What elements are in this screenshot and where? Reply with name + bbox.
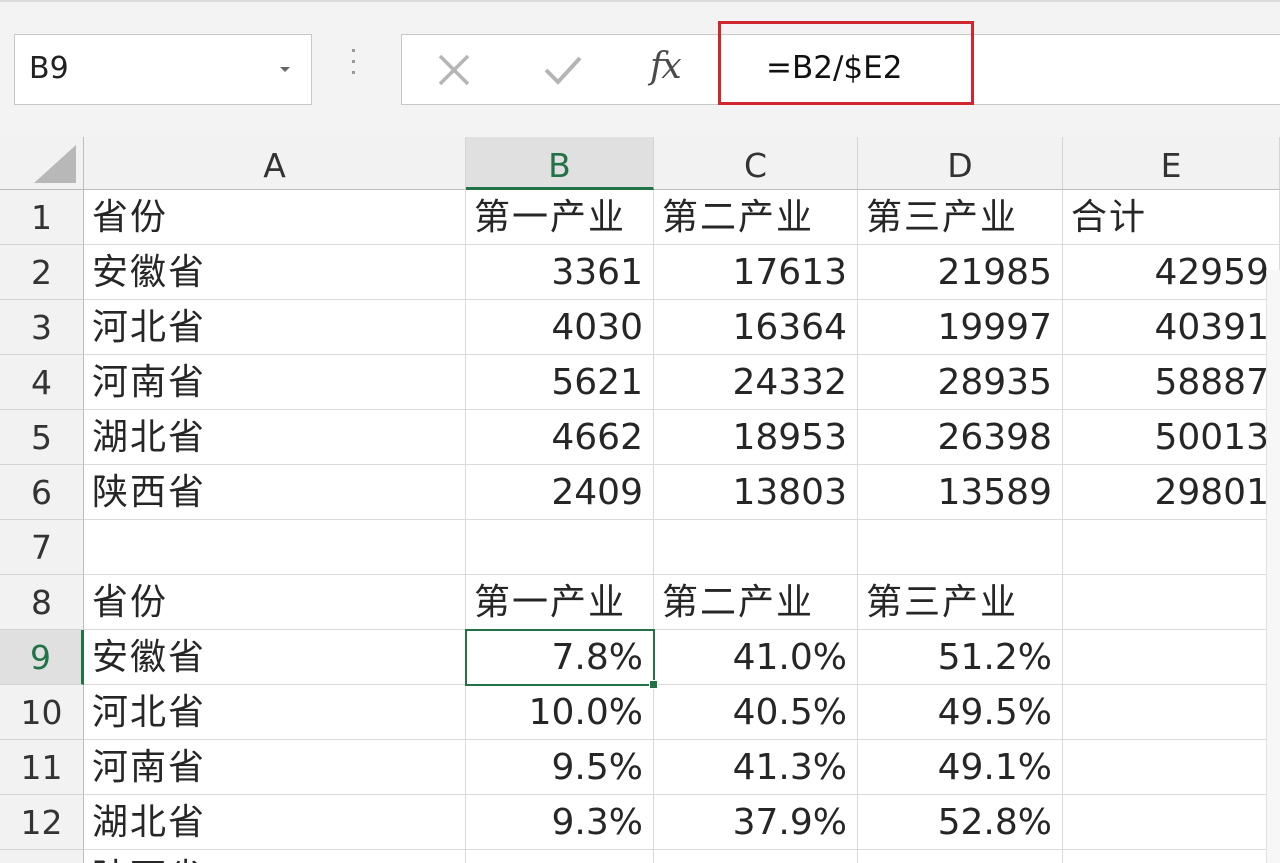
row-header-11[interactable]: 11 — [0, 740, 84, 795]
cell-a1[interactable]: 省份 — [84, 190, 466, 245]
spreadsheet-grid: ABCDE 1 省份 第一产业 第二产业 第三产业 合计 2 安徽省 3361 17613 2198… — [0, 137, 1280, 863]
cell-b12[interactable]: 9.3% — [466, 795, 654, 850]
fill-handle[interactable] — [649, 680, 658, 689]
drag-handle-icon[interactable] — [350, 49, 358, 85]
row-header-4[interactable]: 4 — [0, 355, 84, 410]
cell-e5[interactable]: 50013 — [1063, 410, 1280, 465]
cell-a3[interactable]: 河北省 — [84, 300, 466, 355]
column-header-e[interactable]: E — [1063, 137, 1280, 190]
cell-d6[interactable]: 13589 — [858, 465, 1063, 520]
cell-d3[interactable]: 19997 — [858, 300, 1063, 355]
cell-c11[interactable]: 41.3% — [654, 740, 858, 795]
cell-a12[interactable]: 湖北省 — [84, 795, 466, 850]
row-header-6[interactable]: 6 — [0, 465, 84, 520]
cell-b5[interactable]: 4662 — [466, 410, 654, 465]
row-header-1[interactable]: 1 — [0, 190, 84, 245]
cell-a4[interactable]: 河南省 — [84, 355, 466, 410]
cell-d5[interactable]: 26398 — [858, 410, 1063, 465]
cell-e12[interactable] — [1063, 795, 1280, 850]
cell-a5[interactable]: 湖北省 — [84, 410, 466, 465]
cell-d10[interactable]: 49.5% — [858, 685, 1063, 740]
cell-c7[interactable] — [654, 520, 858, 575]
row-header-2[interactable]: 2 — [0, 245, 84, 300]
cell-e9[interactable] — [1063, 630, 1280, 685]
row-header-9[interactable]: 9 — [0, 630, 84, 685]
cell-d12[interactable]: 52.8% — [858, 795, 1063, 850]
fx-icon[interactable]: fx — [650, 46, 682, 87]
row-header-10[interactable]: 10 — [0, 685, 84, 740]
cell-b10[interactable]: 10.0% — [466, 685, 654, 740]
row-header-7[interactable]: 7 — [0, 520, 84, 575]
row-header-5[interactable]: 5 — [0, 410, 84, 465]
cell-d9[interactable]: 51.2% — [858, 630, 1063, 685]
cell-c13[interactable] — [654, 850, 858, 863]
cell-d8[interactable]: 第三产业 — [858, 575, 1063, 630]
cell-c1[interactable]: 第二产业 — [654, 190, 858, 245]
column-header-a[interactable]: A — [84, 137, 466, 190]
cell-c10[interactable]: 40.5% — [654, 685, 858, 740]
cell-b13[interactable] — [466, 850, 654, 863]
column-header-d[interactable]: D — [858, 137, 1063, 190]
cell-b6[interactable]: 2409 — [466, 465, 654, 520]
cell-a11[interactable]: 河南省 — [84, 740, 466, 795]
cell-e3[interactable]: 40391 — [1063, 300, 1280, 355]
cell-e4[interactable]: 58887 — [1063, 355, 1280, 410]
cell-c3[interactable]: 16364 — [654, 300, 858, 355]
cell-d2[interactable]: 21985 — [858, 245, 1063, 300]
cell-e13[interactable] — [1063, 850, 1280, 863]
cell-a8[interactable]: 省份 — [84, 575, 466, 630]
row-header-8[interactable]: 8 — [0, 575, 84, 630]
cell-c8[interactable]: 第二产业 — [654, 575, 858, 630]
cell-e8[interactable] — [1063, 575, 1280, 630]
column-header-c[interactable]: C — [654, 137, 858, 190]
cell-b3[interactable]: 4030 — [466, 300, 654, 355]
cell-b11[interactable]: 9.5% — [466, 740, 654, 795]
cell-d13[interactable] — [858, 850, 1063, 863]
x-icon[interactable] — [436, 52, 472, 88]
cell-a9[interactable]: 安徽省 — [84, 630, 466, 685]
cell-e6[interactable]: 29801 — [1063, 465, 1280, 520]
chevron-down-icon[interactable] — [277, 59, 293, 79]
cell-e7[interactable] — [1063, 520, 1280, 575]
cell-e11[interactable] — [1063, 740, 1280, 795]
cell-d7[interactable] — [858, 520, 1063, 575]
cell-a10[interactable]: 河北省 — [84, 685, 466, 740]
cell-b2[interactable]: 3361 — [466, 245, 654, 300]
cell-c2[interactable]: 17613 — [654, 245, 858, 300]
cell-a6[interactable]: 陕西省 — [84, 465, 466, 520]
cell-b1[interactable]: 第一产业 — [466, 190, 654, 245]
row-header-3[interactable]: 3 — [0, 300, 84, 355]
cell-c4[interactable]: 24332 — [654, 355, 858, 410]
cell-b9[interactable]: 7.8% — [466, 630, 654, 685]
cell-b8[interactable]: 第一产业 — [466, 575, 654, 630]
cell-c9[interactable]: 41.0% — [654, 630, 858, 685]
cell-a2[interactable]: 安徽省 — [84, 245, 466, 300]
cell-e1[interactable]: 合计 — [1063, 190, 1280, 245]
ribbon-divider — [0, 0, 1280, 2]
cell-e10[interactable] — [1063, 685, 1280, 740]
cell-d4[interactable]: 28935 — [858, 355, 1063, 410]
vertical-scrollbar[interactable] — [1266, 270, 1280, 863]
formula-highlight-box — [718, 21, 974, 105]
cell-d1[interactable]: 第三产业 — [858, 190, 1063, 245]
row-header-13[interactable]: 13 — [0, 850, 84, 863]
select-all-button[interactable] — [0, 137, 84, 190]
cell-d11[interactable]: 49.1% — [858, 740, 1063, 795]
cell-c5[interactable]: 18953 — [654, 410, 858, 465]
cell-c12[interactable]: 37.9% — [654, 795, 858, 850]
check-icon[interactable] — [542, 52, 584, 88]
cell-e2[interactable]: 42959 — [1063, 245, 1280, 300]
column-header-b[interactable]: B — [466, 137, 654, 190]
cell-a13[interactable]: 陕西省 — [84, 850, 466, 863]
formula-bar-area: B9 fx =B2/$E2 — [0, 0, 1280, 137]
name-box-value: B9 — [29, 51, 69, 86]
cell-b7[interactable] — [466, 520, 654, 575]
cell-b4[interactable]: 5621 — [466, 355, 654, 410]
name-box[interactable]: B9 — [14, 34, 312, 105]
row-header-12[interactable]: 12 — [0, 795, 84, 850]
cell-a7[interactable] — [84, 520, 466, 575]
cell-c6[interactable]: 13803 — [654, 465, 858, 520]
